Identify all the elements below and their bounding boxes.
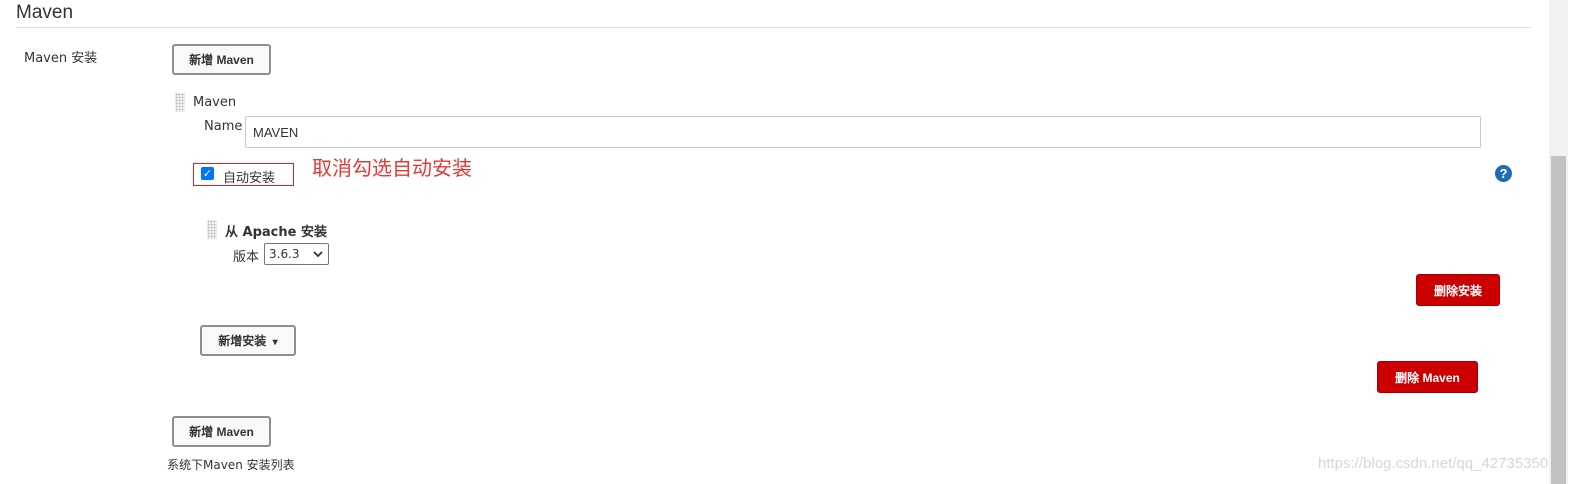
chevron-down-icon <box>313 245 323 266</box>
delete-installer-button[interactable]: 删除安装 <box>1416 274 1500 306</box>
scrollbar-thumb[interactable] <box>1551 156 1566 484</box>
version-select[interactable]: 3.6.3 <box>264 243 329 265</box>
version-label: 版本 <box>233 250 260 265</box>
auto-install-label: 自动安装 <box>223 171 276 186</box>
add-maven-button-top[interactable]: 新增 Maven <box>172 44 271 75</box>
version-value: 3.6.3 <box>269 247 300 261</box>
auto-install-checkbox-container[interactable]: ✓ 自动安装 <box>193 163 294 186</box>
installer-drag-handle-icon[interactable] <box>207 220 217 239</box>
help-icon[interactable]: ? <box>1495 165 1512 182</box>
add-installer-label: 新增安装 <box>218 334 267 348</box>
watermark: https://blog.csdn.net/qq_42735350 <box>1318 455 1549 472</box>
section-title: Maven <box>16 2 74 23</box>
maven-install-description: 系统下Maven 安装列表 <box>167 458 295 472</box>
title-divider <box>16 27 1531 28</box>
delete-maven-button[interactable]: 删除 Maven <box>1377 361 1478 393</box>
add-installer-button[interactable]: 新增安装 ▾ <box>200 325 296 356</box>
drag-handle-icon[interactable] <box>175 93 185 112</box>
annotation-text: 取消勾选自动安装 <box>312 156 472 180</box>
installer-title: 从 Apache 安装 <box>225 225 327 240</box>
name-input[interactable] <box>245 116 1481 148</box>
maven-item-header: Maven <box>193 95 237 110</box>
maven-install-label: Maven 安装 <box>24 51 98 66</box>
name-label: Name <box>204 119 243 134</box>
auto-install-checkbox[interactable]: ✓ <box>201 167 214 180</box>
add-maven-button-bottom[interactable]: 新增 Maven <box>172 416 271 447</box>
caret-down-icon: ▾ <box>272 337 278 348</box>
